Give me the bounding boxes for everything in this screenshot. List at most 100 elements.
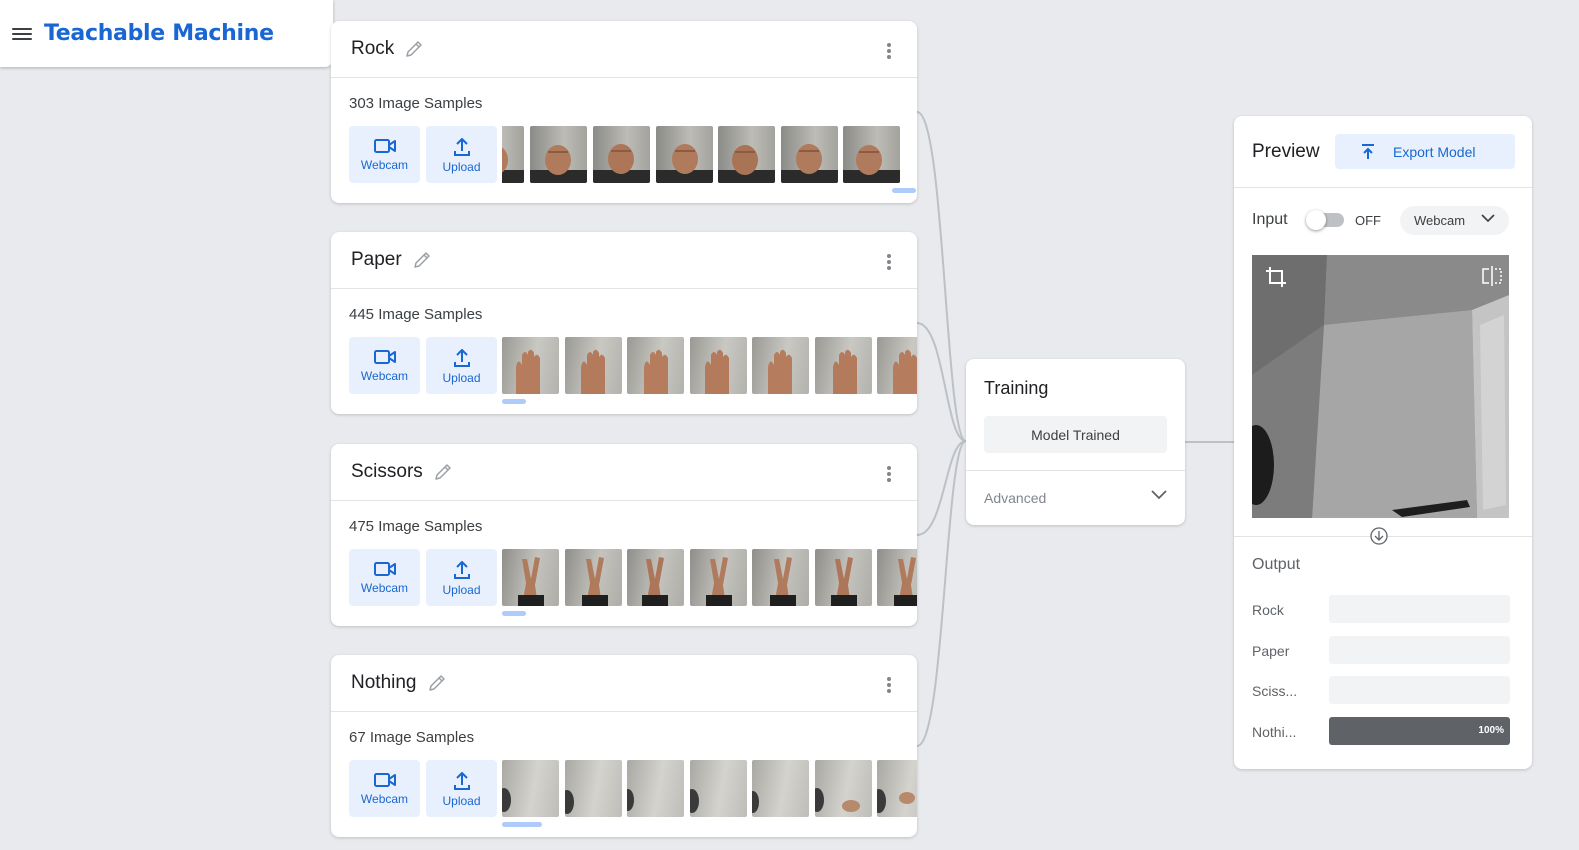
sample-thumbnail[interactable] xyxy=(877,760,917,817)
videocam-icon xyxy=(373,139,396,153)
menu-icon[interactable] xyxy=(12,26,32,42)
pencil-icon[interactable] xyxy=(433,462,453,482)
sample-count: 475 Image Samples xyxy=(349,518,483,535)
upload-button-label: Upload xyxy=(442,583,481,597)
class-card-paper: Paper 445 Image Samples Webcam Upload xyxy=(331,232,917,414)
input-toggle[interactable] xyxy=(1306,210,1344,230)
sample-thumbnail[interactable] xyxy=(752,760,809,817)
webcam-button-label: Webcam xyxy=(360,581,409,595)
pencil-icon[interactable] xyxy=(412,250,432,270)
more-vert-icon[interactable] xyxy=(887,43,891,59)
webcam-button[interactable]: Webcam xyxy=(349,126,420,183)
upload-icon xyxy=(453,138,470,156)
app-title: Teachable Machine xyxy=(44,21,274,46)
class-card-nothing: Nothing 67 Image Samples Webcam Upload xyxy=(331,655,917,837)
class-card-header: Scissors xyxy=(331,444,917,501)
sample-thumbnail[interactable] xyxy=(877,337,917,394)
export-model-button[interactable]: Export Model xyxy=(1335,134,1515,169)
sample-thumbnail[interactable] xyxy=(815,337,872,394)
class-card-header: Nothing xyxy=(331,655,917,712)
webcam-button[interactable]: Webcam xyxy=(349,337,420,394)
advanced-toggle[interactable]: Advanced xyxy=(966,471,1185,525)
output-class-label: Paper xyxy=(1252,643,1290,659)
output-label: Output xyxy=(1252,556,1301,573)
class-card-header: Rock xyxy=(331,21,917,78)
preview-panel: Preview Export Model Input OFF Webcam Ou… xyxy=(1234,116,1532,769)
upload-button-label: Upload xyxy=(442,160,481,174)
output-confidence-bar xyxy=(1329,676,1510,704)
sample-thumbnails[interactable] xyxy=(502,126,917,183)
toggle-knob xyxy=(1306,210,1326,230)
sample-thumbnail[interactable] xyxy=(752,549,809,606)
sample-thumbnail[interactable] xyxy=(565,549,622,606)
webcam-feed-image xyxy=(1252,255,1509,518)
upload-icon xyxy=(453,772,470,790)
webcam-preview xyxy=(1252,255,1509,518)
pencil-icon[interactable] xyxy=(427,673,447,693)
thumbnail-scroll-indicator[interactable] xyxy=(502,822,542,827)
more-vert-icon[interactable] xyxy=(887,254,891,270)
class-name[interactable]: Paper xyxy=(351,249,402,271)
output-class-label: Sciss... xyxy=(1252,683,1298,699)
pencil-icon[interactable] xyxy=(404,39,424,59)
sample-thumbnail[interactable] xyxy=(627,549,684,606)
videocam-icon xyxy=(373,562,396,576)
training-card: Training Model Trained Advanced xyxy=(966,359,1185,525)
crop-icon[interactable] xyxy=(1264,265,1288,289)
chevron-down-icon xyxy=(1151,490,1167,500)
thumbnail-scroll-indicator[interactable] xyxy=(502,611,526,616)
sample-thumbnail[interactable] xyxy=(781,126,838,183)
webcam-button-label: Webcam xyxy=(360,792,409,806)
upload-button[interactable]: Upload xyxy=(426,760,497,817)
export-model-label: Export Model xyxy=(1393,143,1476,160)
flip-icon[interactable] xyxy=(1481,265,1503,287)
upload-button-label: Upload xyxy=(442,794,481,808)
sample-thumbnail[interactable] xyxy=(718,126,775,183)
train-model-button[interactable]: Model Trained xyxy=(984,416,1167,453)
chevron-down-icon xyxy=(1481,214,1495,223)
webcam-button-label: Webcam xyxy=(360,369,409,383)
sample-thumbnail[interactable] xyxy=(502,337,559,394)
webcam-button-label: Webcam xyxy=(360,158,409,172)
sample-thumbnail[interactable] xyxy=(627,760,684,817)
webcam-button[interactable]: Webcam xyxy=(349,549,420,606)
upload-icon xyxy=(453,349,470,367)
videocam-icon xyxy=(373,350,396,364)
class-name[interactable]: Scissors xyxy=(351,461,423,483)
sample-thumbnail[interactable] xyxy=(502,760,559,817)
sample-thumbnail[interactable] xyxy=(530,126,587,183)
sample-thumbnail[interactable] xyxy=(656,126,713,183)
videocam-icon xyxy=(373,773,396,787)
thumbnail-scroll-indicator[interactable] xyxy=(502,399,526,404)
more-vert-icon[interactable] xyxy=(887,466,891,482)
class-name[interactable]: Nothing xyxy=(351,672,417,694)
sample-thumbnails[interactable] xyxy=(502,337,917,394)
sample-thumbnails[interactable] xyxy=(502,549,917,606)
class-name[interactable]: Rock xyxy=(351,38,394,60)
sample-thumbnail[interactable] xyxy=(690,760,747,817)
sample-thumbnail[interactable] xyxy=(502,549,559,606)
upload-button[interactable]: Upload xyxy=(426,337,497,394)
more-vert-icon[interactable] xyxy=(887,677,891,693)
sample-thumbnail[interactable] xyxy=(690,549,747,606)
sample-thumbnail[interactable] xyxy=(752,337,809,394)
input-source-select[interactable]: Webcam xyxy=(1400,206,1509,235)
sample-thumbnail[interactable] xyxy=(502,126,524,183)
sample-thumbnail[interactable] xyxy=(877,549,917,606)
sample-thumbnails[interactable] xyxy=(502,760,917,817)
preview-title: Preview xyxy=(1252,141,1320,162)
sample-thumbnail[interactable] xyxy=(565,337,622,394)
sample-thumbnail[interactable] xyxy=(690,337,747,394)
thumbnail-scroll-indicator[interactable] xyxy=(892,188,916,193)
sample-thumbnail[interactable] xyxy=(815,549,872,606)
app-header: Teachable Machine xyxy=(0,0,333,67)
output-class-label: Nothi... xyxy=(1252,724,1297,740)
webcam-button[interactable]: Webcam xyxy=(349,760,420,817)
upload-button[interactable]: Upload xyxy=(426,126,497,183)
sample-thumbnail[interactable] xyxy=(593,126,650,183)
upload-button[interactable]: Upload xyxy=(426,549,497,606)
sample-thumbnail[interactable] xyxy=(627,337,684,394)
sample-thumbnail[interactable] xyxy=(565,760,622,817)
sample-thumbnail[interactable] xyxy=(843,126,900,183)
sample-thumbnail[interactable] xyxy=(815,760,872,817)
